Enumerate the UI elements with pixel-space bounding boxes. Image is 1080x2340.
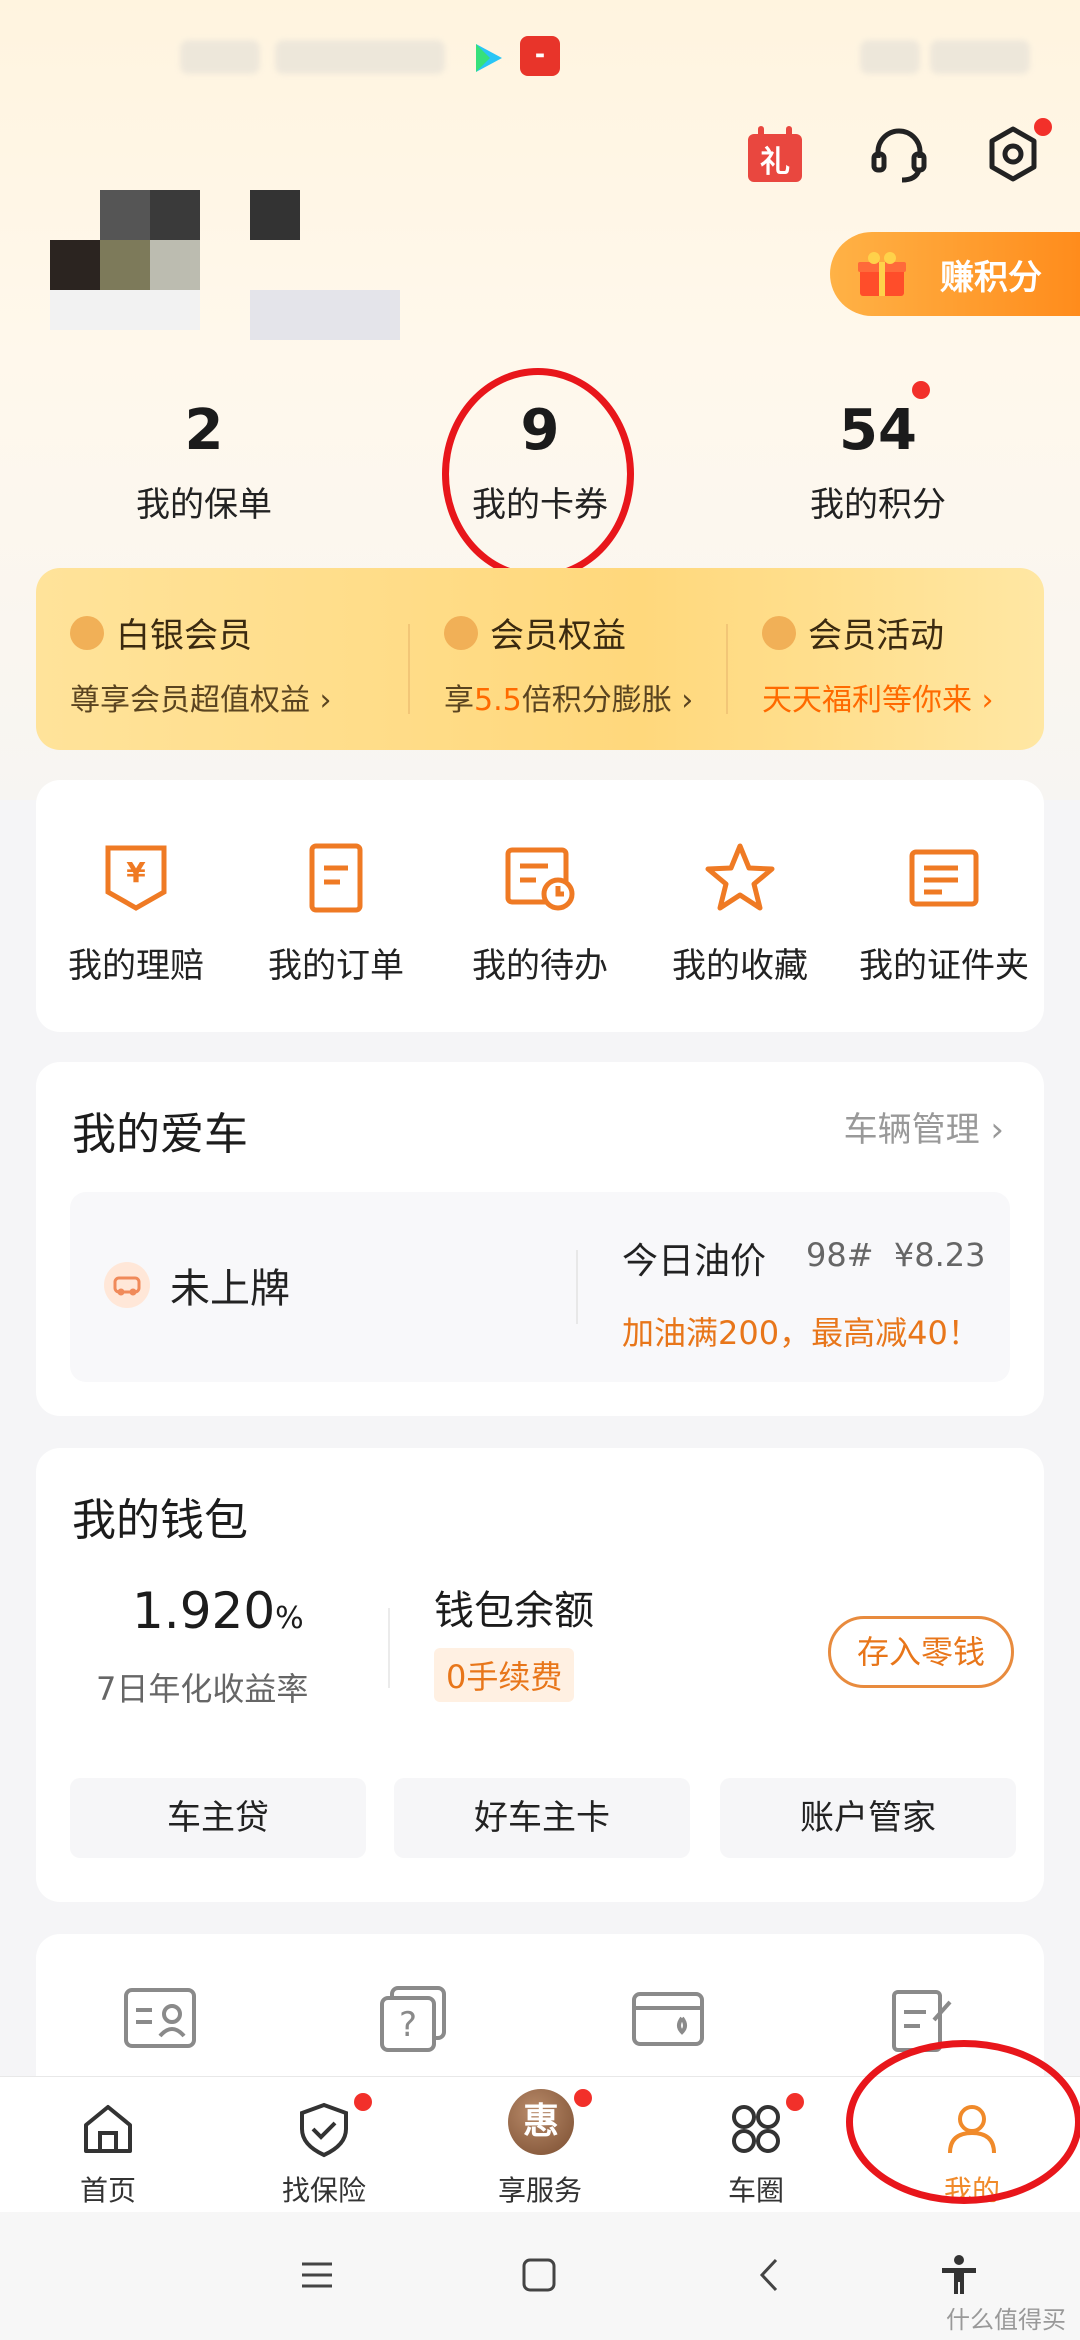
- oil-price-value: 98# ¥8.23: [806, 1236, 986, 1274]
- member-activity[interactable]: 会员活动 天天福利等你来 ›: [762, 608, 994, 719]
- stat-value: 2: [184, 398, 224, 463]
- tab-home[interactable]: 首页: [0, 2077, 216, 2213]
- username-blurred: [250, 290, 400, 340]
- wallet-title: 我的钱包: [72, 1495, 248, 1546]
- license-plate: 未上牌: [170, 1266, 290, 1312]
- grid-circles-icon: [732, 2105, 780, 2153]
- car-loan-button[interactable]: 车主贷: [70, 1778, 366, 1858]
- order-list-icon: [309, 843, 363, 913]
- my-car-card: 我的爱车 车辆管理 › 未上牌 今日油价 98# ¥8.23 加油满200，最高…: [36, 1062, 1044, 1416]
- watermark: 什么值得买: [946, 2306, 1066, 2334]
- tab-car-circle[interactable]: 车圈: [648, 2077, 864, 2213]
- id-folder-icon: [909, 849, 979, 907]
- stat-label: 我的积分: [810, 485, 946, 525]
- vehicle-manage-link[interactable]: 车辆管理 ›: [844, 1102, 1004, 1151]
- gift-box-icon: [858, 252, 906, 296]
- stat-label: 我的保单: [136, 485, 272, 525]
- tab-insurance[interactable]: 找保险: [216, 2077, 432, 2213]
- stat-points[interactable]: 54 我的积分: [758, 381, 998, 526]
- settings-gear-icon[interactable]: [980, 118, 1052, 188]
- activity-badge-icon: [762, 615, 796, 650]
- yield-rate-label: 7日年化收益率: [96, 1670, 309, 1708]
- annotation-circle-coupons: [442, 368, 634, 580]
- settings-badge: [1034, 118, 1052, 136]
- menu-icon[interactable]: [294, 2252, 340, 2298]
- hui-icon: 惠: [508, 2089, 574, 2155]
- yield-rate: 1.920%: [132, 1582, 304, 1640]
- member-level[interactable]: 白银会员 尊享会员超值权益 ›: [70, 608, 332, 719]
- benefits-badge-icon: [444, 615, 478, 650]
- svg-text:¥: ¥: [126, 856, 146, 889]
- entry-favorites[interactable]: 我的收藏: [640, 840, 840, 987]
- gift-calendar-icon[interactable]: 礼: [742, 122, 808, 188]
- account-manager-button[interactable]: 账户管家: [720, 1778, 1016, 1858]
- app-notification-icon: ▬: [520, 36, 560, 76]
- earn-points-button[interactable]: 赚积分: [830, 232, 1080, 316]
- annotation-circle-mine: [846, 2040, 1080, 2204]
- shield-check-icon: [300, 2102, 348, 2158]
- car-icon: [104, 1262, 150, 1308]
- home-square-icon[interactable]: [516, 2252, 562, 2298]
- accessibility-icon[interactable]: [936, 2252, 982, 2298]
- todo-clock-icon: [505, 847, 575, 911]
- help-docs-icon[interactable]: ?: [376, 1984, 452, 2054]
- quick-entries-card: ¥ 我的理赔 我的订单 我的待办 我的收藏 我的证件夹: [36, 780, 1044, 1032]
- tab-services[interactable]: 惠 享服务: [432, 2077, 648, 2213]
- member-benefits[interactable]: 会员权益 享5.5倍积分膨胀 ›: [444, 608, 693, 719]
- system-nav-bar: [0, 2212, 1080, 2340]
- membership-banner: 白银会员 尊享会员超值权益 › 会员权益 享5.5倍积分膨胀 › 会员活动 天天…: [36, 568, 1044, 750]
- svg-text:?: ?: [399, 2005, 417, 2045]
- stat-value: 54: [839, 398, 917, 463]
- stat-policies[interactable]: 2 我的保单: [84, 395, 324, 526]
- car-section-title: 我的爱车: [72, 1109, 248, 1160]
- home-icon: [84, 2105, 132, 2153]
- card-drop-icon[interactable]: [630, 1984, 706, 2054]
- id-card-icon[interactable]: [122, 1984, 198, 2054]
- balance-label[interactable]: 钱包余额: [434, 1578, 594, 1636]
- tab-badge: [354, 2093, 372, 2111]
- wallet-card: 我的钱包 1.920% 7日年化收益率 钱包余额 0手续费 存入零钱 车主贷 好…: [36, 1448, 1044, 1902]
- star-icon: [705, 843, 775, 911]
- entry-documents[interactable]: 我的证件夹: [844, 840, 1044, 987]
- entry-todo[interactable]: 我的待办: [440, 840, 640, 987]
- car-info-panel[interactable]: 未上牌 今日油价 98# ¥8.23 加油满200，最高减40！: [70, 1192, 1010, 1382]
- earn-points-label: 赚积分: [940, 257, 1042, 298]
- svg-text:礼: 礼: [760, 145, 790, 180]
- tab-badge: [786, 2093, 804, 2111]
- car-owner-card-button[interactable]: 好车主卡: [394, 1778, 690, 1858]
- deposit-button[interactable]: 存入零钱: [828, 1616, 1014, 1688]
- points-badge: [912, 381, 930, 399]
- fee-badge: 0手续费: [434, 1648, 575, 1702]
- back-chevron-icon[interactable]: [746, 2252, 792, 2298]
- entry-claims[interactable]: ¥ 我的理赔: [36, 840, 236, 987]
- entry-orders[interactable]: 我的订单: [236, 840, 436, 987]
- oil-promo[interactable]: 加油满200，最高减40！: [622, 1308, 980, 1354]
- claims-shield-icon: ¥: [105, 845, 167, 911]
- video-app-icon: [476, 44, 502, 72]
- tab-badge: [574, 2089, 592, 2107]
- crown-badge-icon: [70, 615, 104, 650]
- customer-service-icon[interactable]: [866, 122, 932, 188]
- status-bar: ▬: [0, 0, 1080, 110]
- oil-price-label: 今日油价: [622, 1241, 767, 1282]
